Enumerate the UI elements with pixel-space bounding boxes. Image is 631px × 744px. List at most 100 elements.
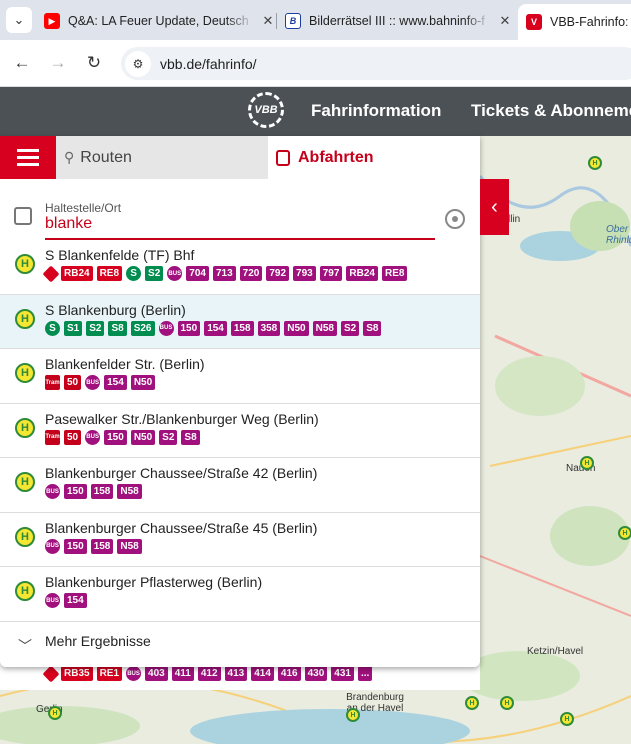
bus-mode-icon: BUS [45, 538, 60, 554]
result-name: S Blankenburg (Berlin) [45, 301, 186, 318]
line-badge: N58 [117, 538, 142, 554]
map-stop-icon[interactable]: H [560, 712, 574, 726]
nav-fahrinformation[interactable]: Fahrinformation [311, 101, 441, 121]
line-badge: RE1 [96, 666, 123, 681]
line-badge: 797 [319, 266, 343, 281]
bus-mode-icon: BUS [85, 429, 101, 445]
result-row[interactable]: HS Blankenfelde (TF) Bhf RB24 RE8 S S2 BUS 704… [0, 240, 480, 295]
back-arrow-icon[interactable]: ← [11, 52, 33, 74]
result-name: Blankenburger Chaussee/Straße 45 (Berlin… [45, 519, 318, 536]
result-row[interactable]: H Pasewalker Str./Blankenburger Weg (Berl… [0, 404, 480, 458]
result-name: S Blankenfelde (TF) Bhf [45, 247, 195, 263]
line-badge: S8 [363, 320, 382, 336]
line-badge: 150 [104, 429, 127, 445]
map-label: Ober Rhinlu [606, 224, 631, 246]
result-row[interactable]: HS Blankenburg (Berlin) S S1 S2 S8 S26 BUS 150 1… [0, 294, 480, 349]
tab-routen[interactable]: ⚲ Routen [56, 136, 268, 179]
forward-arrow-icon[interactable]: → [47, 52, 69, 74]
locate-me-icon[interactable] [445, 209, 465, 229]
line-badge: 430 [304, 666, 328, 681]
line-badge: RB24 [61, 266, 93, 281]
line-badge: N50 [130, 375, 156, 390]
map-stop-icon[interactable]: H [618, 526, 631, 540]
reload-icon[interactable]: ↻ [83, 52, 105, 74]
autocomplete-results: H S Blankenfelde (TF) Bhf RB24 RE8 S S2 BUS 704… [0, 240, 480, 622]
line-badge: S2 [340, 320, 360, 336]
map-stop-icon[interactable]: H [580, 456, 594, 470]
db-mode-icon [42, 665, 60, 682]
site-settings-icon[interactable]: ⚙ [125, 50, 151, 77]
browser-tab-bahninfo[interactable]: B Bilderrätsel III :: www.bahninfo-f ✕ [285, 4, 513, 38]
result-row[interactable]: H Blankenburger Chaussee/Straße 45 (Berli… [0, 513, 480, 567]
tab-abfahrten[interactable]: Abfahrten [268, 136, 480, 179]
close-tab-icon[interactable]: ✕ [497, 13, 513, 29]
line-badge: 150 [64, 484, 87, 499]
map-stop-icon[interactable]: H [48, 706, 62, 720]
stop-h-icon: H [15, 472, 35, 492]
close-tab-icon[interactable]: ✕ [260, 13, 276, 29]
result-row[interactable]: H Blankenburger Chaussee/Straße 42 (Berli… [0, 458, 480, 513]
menu-hamburger-icon[interactable] [0, 136, 56, 179]
browser-tab-youtube[interactable]: ▶ Q&A: LA Feuer Update, Deutsch ✕ [44, 4, 276, 38]
line-badges: S S1 S2 S8 S26 BUS 150 154 158 358 N50 N58 S2 S8 [45, 320, 382, 336]
line-badge: 413 [224, 666, 248, 681]
map-stop-icon[interactable]: H [500, 696, 514, 710]
map-stop-icon[interactable]: H [588, 156, 602, 170]
line-badge: 50 [64, 429, 82, 445]
more-results-button[interactable]: ﹀ Mehr Ergebnisse [0, 622, 480, 662]
bus-mode-icon: BUS [85, 375, 101, 390]
bus-mode-icon: BUS [126, 666, 142, 681]
line-badge: 150 [64, 538, 87, 554]
line-badge: 158 [230, 320, 254, 336]
line-badge: 154 [64, 593, 87, 608]
address-bar-row: ← → ↻ ⚙ vbb.de/fahrinfo/ [0, 40, 631, 87]
line-badges: BUS 154 [45, 593, 87, 608]
line-badge: 154 [104, 375, 127, 390]
line-badge: 411 [171, 666, 194, 681]
line-badges: BUS 150 158 N58 [45, 484, 142, 499]
line-badges: RB35 RE1 BUS 403 411 412 413 414 416 430 431... [42, 665, 373, 682]
tab-list-dropdown-icon[interactable]: ⌄ [6, 7, 32, 33]
line-badges: Tram 50 BUS 150 N50 S2 S8 [45, 429, 200, 445]
line-badge: S2 [159, 429, 178, 445]
map-stop-icon[interactable]: H [346, 708, 360, 722]
stop-h-icon: H [15, 581, 35, 601]
browser-tab-bar: ⌄ ▶ Q&A: LA Feuer Update, Deutsch ✕ B Bi… [0, 0, 631, 40]
browser-tab-vbb[interactable]: V VBB-Fahrinfo: Ih [518, 4, 631, 40]
line-badge: 713 [212, 266, 236, 281]
result-row[interactable]: H Blankenfelder Str. (Berlin) Tram 50 BUS 154… [0, 349, 480, 404]
line-badge: S2 [86, 320, 105, 336]
result-row[interactable]: H Blankenburger Pflasterweg (Berlin) BUS 15… [0, 567, 480, 622]
collapse-panel-button[interactable]: ‹ [480, 179, 509, 235]
omnibox[interactable]: ⚙ vbb.de/fahrinfo/ [121, 47, 631, 80]
result-name: Blankenfelder Str. (Berlin) [45, 356, 205, 372]
site-header: VBB Fahrinformation Tickets & Abonneme [0, 87, 631, 136]
line-badge: N58 [312, 320, 337, 336]
line-badge: 431 [331, 666, 354, 681]
stop-search-input[interactable] [45, 215, 425, 233]
bahninfo-icon: B [285, 13, 301, 29]
s-mode-icon: S [45, 320, 60, 336]
line-badge: N50 [130, 429, 156, 445]
stop-h-icon: H [15, 363, 35, 383]
map-stop-icon[interactable]: H [465, 696, 479, 710]
line-badge: 158 [90, 538, 114, 554]
map-label: Ketzin/Havel [527, 646, 584, 657]
vbb-icon: V [526, 14, 542, 30]
route-icon: ⚲ [64, 149, 75, 165]
bus-mode-icon: BUS [45, 593, 60, 608]
line-badge: ... [357, 666, 373, 681]
bus-mode-icon: BUS [45, 484, 60, 499]
line-badge: RB35 [61, 666, 93, 681]
line-badge: S2 [145, 266, 164, 281]
url-text[interactable]: vbb.de/fahrinfo/ [160, 56, 257, 72]
tram-mode-icon: Tram [45, 429, 60, 445]
vbb-logo[interactable]: VBB [248, 92, 284, 128]
line-badge: RB24 [346, 266, 378, 281]
youtube-icon: ▶ [44, 13, 60, 29]
tram-mode-icon: Tram [45, 375, 60, 390]
tab-separator [276, 13, 277, 29]
nav-tickets[interactable]: Tickets & Abonneme [471, 101, 631, 121]
line-badge: S26 [130, 320, 155, 336]
line-badges: RB24 RE8 S S2 BUS 704 713 720 792 793 797 RB24 RE8 [42, 265, 408, 282]
